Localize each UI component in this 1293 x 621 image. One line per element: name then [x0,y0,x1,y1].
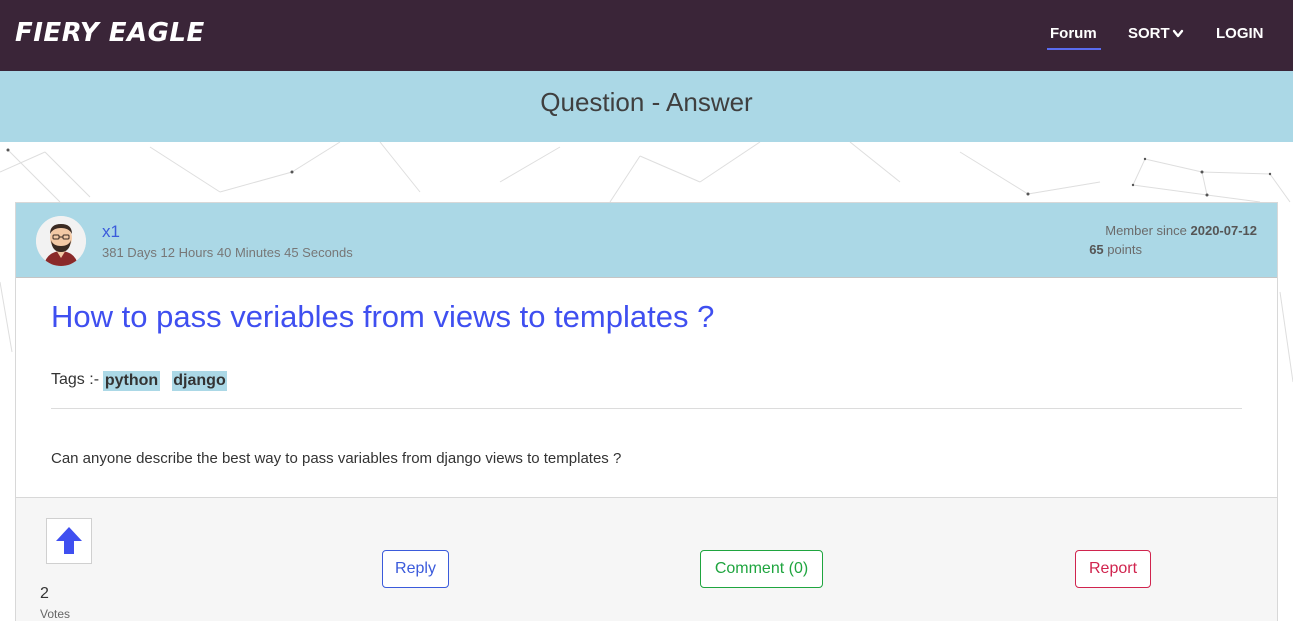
author-points: 65 points [1089,242,1142,257]
page-title: Question - Answer [540,87,753,117]
member-duration: 381 Days 12 Hours 40 Minutes 45 Seconds [102,245,353,260]
avatar-icon [36,216,86,266]
user-avatar[interactable] [36,216,86,266]
chevron-down-icon[interactable] [1172,29,1184,39]
nav-active-indicator [1047,48,1101,50]
member-since-label: Member since [1105,223,1187,238]
action-footer: 2 Votes Reply Comment (0) Report [16,497,1277,621]
upvote-button[interactable] [46,518,92,564]
vote-count: 2 [40,585,49,602]
nav-forum-link[interactable]: Forum [1050,25,1097,42]
page-heading-band: Question - Answer [0,71,1293,142]
divider [51,408,1242,409]
arrow-up-icon [56,527,82,554]
points-value: 65 [1089,242,1104,257]
member-since-date: 2020-07-12 [1190,223,1258,238]
question-title: How to pass veriables from views to temp… [51,299,715,334]
tag-django[interactable]: django [172,371,227,391]
tag-python[interactable]: python [103,371,160,391]
author-header: x1 381 Days 12 Hours 40 Minutes 45 Secon… [16,203,1277,278]
points-label: points [1107,242,1142,257]
brand-logo[interactable]: FIERY EAGLE [15,18,205,48]
top-navbar: FIERY EAGLE Forum SORT LOGIN [0,0,1293,71]
member-since: Member since 2020-07-12 [1105,223,1257,238]
nav-sort-dropdown[interactable]: SORT [1128,25,1170,42]
report-button[interactable]: Report [1075,550,1151,588]
question-card: x1 381 Days 12 Hours 40 Minutes 45 Secon… [15,202,1278,621]
tags-label: Tags :- [51,371,100,388]
question-body: Can anyone describe the best way to pass… [51,450,622,467]
reply-button[interactable]: Reply [382,550,449,588]
comment-button[interactable]: Comment (0) [700,550,823,588]
author-username[interactable]: x1 [102,222,120,242]
vote-label: Votes [40,607,71,621]
tags-row: Tags :- python django [51,371,227,391]
nav-login-link[interactable]: LOGIN [1216,25,1264,42]
